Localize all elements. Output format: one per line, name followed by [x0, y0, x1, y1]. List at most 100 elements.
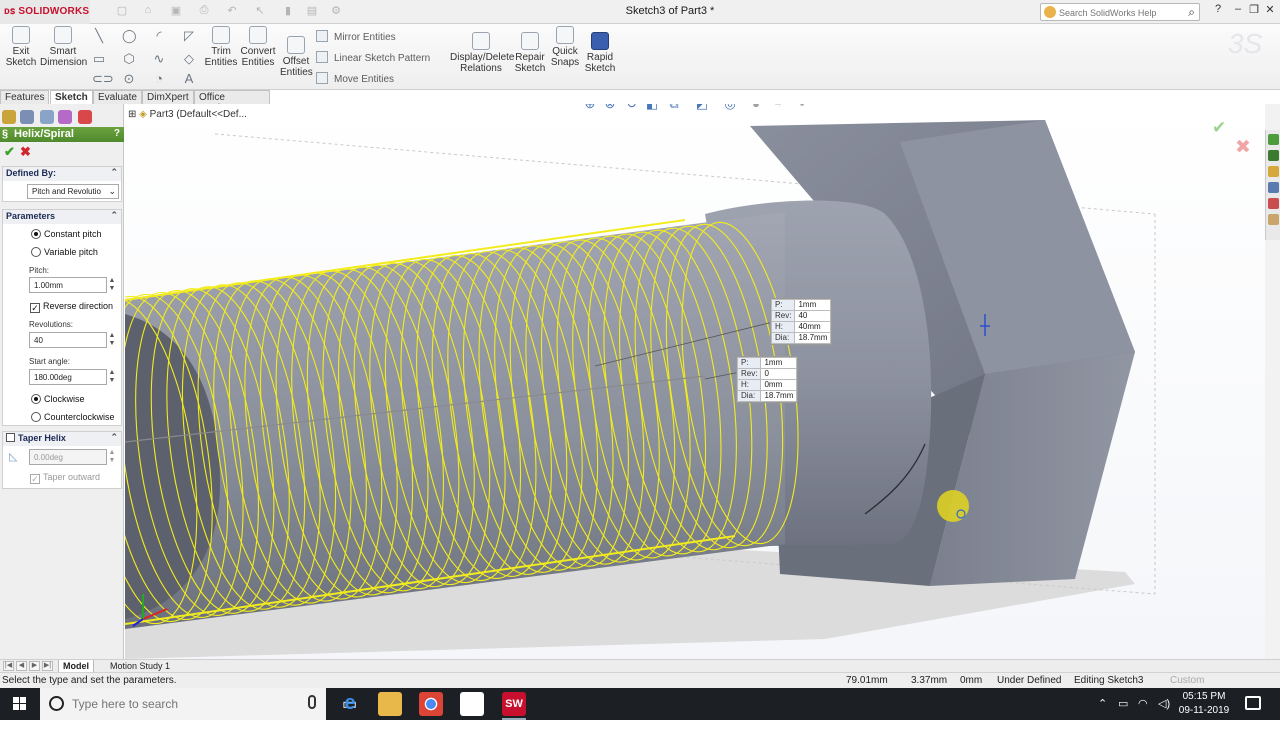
edge-browser-icon[interactable]: e [338, 692, 362, 716]
feature-manager-icon[interactable] [2, 110, 16, 124]
solidworks-resources-icon[interactable] [1268, 134, 1279, 145]
configuration-manager-icon[interactable] [40, 110, 54, 124]
reverse-direction-checkbox[interactable]: ✓ Reverse direction [30, 301, 113, 313]
save-icon[interactable]: ▣ [166, 4, 186, 20]
viewport-minimize-icon[interactable]: – [1233, 104, 1245, 106]
view-orientation-icon[interactable]: ⧉ [666, 104, 682, 112]
taskbar-search-input[interactable] [72, 696, 292, 712]
first-tab-icon[interactable]: |◀ [3, 661, 14, 671]
last-tab-icon[interactable]: ▶| [42, 661, 53, 671]
microsoft-store-icon[interactable] [460, 692, 484, 716]
zoom-to-area-icon[interactable]: ⊗ [602, 104, 618, 112]
counterclockwise-radio[interactable]: Counterclockwise [31, 412, 115, 422]
solidworks-taskbar-icon[interactable]: SW [502, 692, 526, 720]
display-style-icon[interactable]: ◩ [694, 104, 710, 112]
taskbar-search[interactable] [40, 688, 326, 720]
text-icon[interactable]: A [182, 72, 196, 86]
show-hidden-icons-icon[interactable]: ⌃ [1098, 697, 1107, 729]
design-library-icon[interactable] [1268, 150, 1279, 161]
file-properties-icon[interactable]: ▤ [302, 4, 322, 20]
revolutions-spinner[interactable]: ▲ ▼ [107, 332, 117, 348]
help-menu-icon[interactable]: ? [1210, 3, 1226, 19]
rebuild-icon[interactable]: ▮ [278, 4, 298, 20]
trim-entities-button[interactable]: Trim Entities [204, 26, 238, 68]
tab-features[interactable]: Features [0, 90, 50, 104]
move-entities-button[interactable]: Move Entities [316, 72, 394, 85]
start-angle-input[interactable]: 180.00deg [29, 369, 107, 385]
previous-tab-icon[interactable]: ◀ [16, 661, 27, 671]
spline-icon[interactable]: ∿ [152, 52, 166, 66]
circle-icon[interactable]: ◯ [122, 29, 137, 43]
solidworks-logo[interactable]: ᴅꜱ SOLIDWORKS [0, 0, 90, 24]
display-delete-relations-button[interactable]: Display/Delete Relations [450, 32, 514, 74]
linear-sketch-pattern-button[interactable]: Linear Sketch Pattern [316, 51, 430, 64]
parameters-header[interactable]: Parameters ⌃ [3, 210, 121, 224]
tab-office-products[interactable]: Office Products [194, 90, 270, 114]
revolutions-input[interactable]: 40 [29, 332, 107, 348]
centerline-icon[interactable]: ◔ [152, 72, 166, 86]
undo-icon[interactable]: ↶ [222, 4, 242, 20]
offset-entities-button[interactable]: Offset Entities [280, 36, 313, 78]
slot-icon[interactable]: ⊂⊃ [92, 72, 114, 86]
start-button[interactable] [0, 688, 40, 720]
graphics-viewport[interactable]: ⊞ ◈ Part3 (Default<<Def... ⊕ ⊗ ↺ ◧ ⧉ ◩ ◎… [125, 104, 1265, 659]
microphone-icon[interactable] [308, 695, 316, 709]
appearances-icon[interactable] [1268, 198, 1279, 209]
status-units[interactable]: Custom [1170, 675, 1204, 686]
viewport-restore-icon[interactable]: ❐ [1201, 104, 1213, 106]
edit-appearance-icon[interactable]: ● [748, 104, 764, 112]
close-icon[interactable]: ✕ [1262, 3, 1278, 19]
custom-properties-icon[interactable] [1268, 214, 1279, 225]
search-icon[interactable]: ⌕ [1188, 5, 1195, 20]
view-settings-icon[interactable]: ▪ [794, 104, 810, 112]
taper-helix-checkbox[interactable] [6, 433, 15, 442]
rapid-sketch-button[interactable]: Rapid Sketch [584, 32, 616, 74]
next-tab-icon[interactable]: ▶ [29, 661, 40, 671]
defined-by-header[interactable]: Defined By: ⌃ [3, 167, 121, 181]
view-palette-icon[interactable] [1268, 182, 1279, 193]
quick-snaps-button[interactable]: Quick Snaps [550, 26, 580, 68]
collapse-icon[interactable]: ⌃ [110, 167, 118, 178]
confirmation-cancel-icon[interactable]: ✖ [1235, 136, 1251, 159]
help-icon[interactable]: ? [114, 128, 120, 139]
expand-icon[interactable]: ⊞ [128, 109, 139, 120]
volume-icon[interactable]: ◁) [1158, 697, 1170, 729]
minimize-icon[interactable]: – [1230, 3, 1246, 19]
dimxpert-manager-icon[interactable] [58, 110, 72, 124]
select-icon[interactable]: ↖ [250, 4, 270, 20]
collapse-icon[interactable]: ⌃ [110, 432, 118, 443]
section-view-icon[interactable]: ◧ [644, 104, 660, 112]
zoom-to-fit-icon[interactable]: ⊕ [582, 104, 598, 112]
apply-scene-icon[interactable]: ◓ [770, 104, 786, 112]
defined-by-select[interactable]: Pitch and Revolutio ⌄ [27, 184, 119, 199]
print-icon[interactable]: ⎙ [194, 4, 214, 20]
taper-outward-checkbox[interactable]: ✓ Taper outward [30, 472, 100, 484]
viewport-tile-icon[interactable]: ▣ [1217, 104, 1229, 106]
open-document-icon[interactable]: ⌂ [138, 4, 158, 20]
pitch-spinner[interactable]: ▲ ▼ [107, 277, 117, 293]
chrome-browser-icon[interactable] [419, 692, 443, 716]
variable-pitch-radio[interactable]: Variable pitch [31, 247, 98, 257]
tab-evaluate[interactable]: Evaluate [93, 90, 142, 104]
confirmation-ok-icon[interactable]: ✔ [1212, 118, 1226, 138]
smart-dimension-button[interactable]: Smart Dimension [40, 26, 87, 68]
point-icon[interactable]: ⊙ [122, 72, 136, 86]
repair-sketch-button[interactable]: Repair Sketch [514, 32, 546, 74]
pitch-input[interactable]: 1.00mm [29, 277, 107, 293]
arc-icon[interactable]: ◜ [152, 29, 166, 43]
start-angle-spinner[interactable]: ▲ ▼ [107, 369, 117, 385]
polygon-icon[interactable]: ⬡ [122, 52, 136, 66]
help-search-input[interactable] [1059, 6, 1179, 19]
mirror-entities-button[interactable]: Mirror Entities [316, 30, 396, 43]
taper-angle-spinner[interactable]: ▲ ▼ [107, 449, 117, 465]
constant-pitch-radio[interactable]: Constant pitch [31, 229, 102, 239]
rectangle-icon[interactable]: ▭ [92, 52, 106, 66]
clockwise-radio[interactable]: Clockwise [31, 394, 85, 404]
convert-entities-button[interactable]: Convert Entities [240, 26, 276, 68]
collapse-icon[interactable]: ⌃ [110, 210, 118, 221]
new-document-icon[interactable]: ▢ [112, 4, 132, 20]
feature-tree-flyout[interactable]: ⊞ ◈ Part3 (Default<<Def... [128, 109, 247, 120]
wifi-icon[interactable]: ◠ [1138, 697, 1148, 729]
cancel-button[interactable]: ✖ [20, 144, 31, 160]
previous-view-icon[interactable]: ↺ [624, 104, 640, 112]
